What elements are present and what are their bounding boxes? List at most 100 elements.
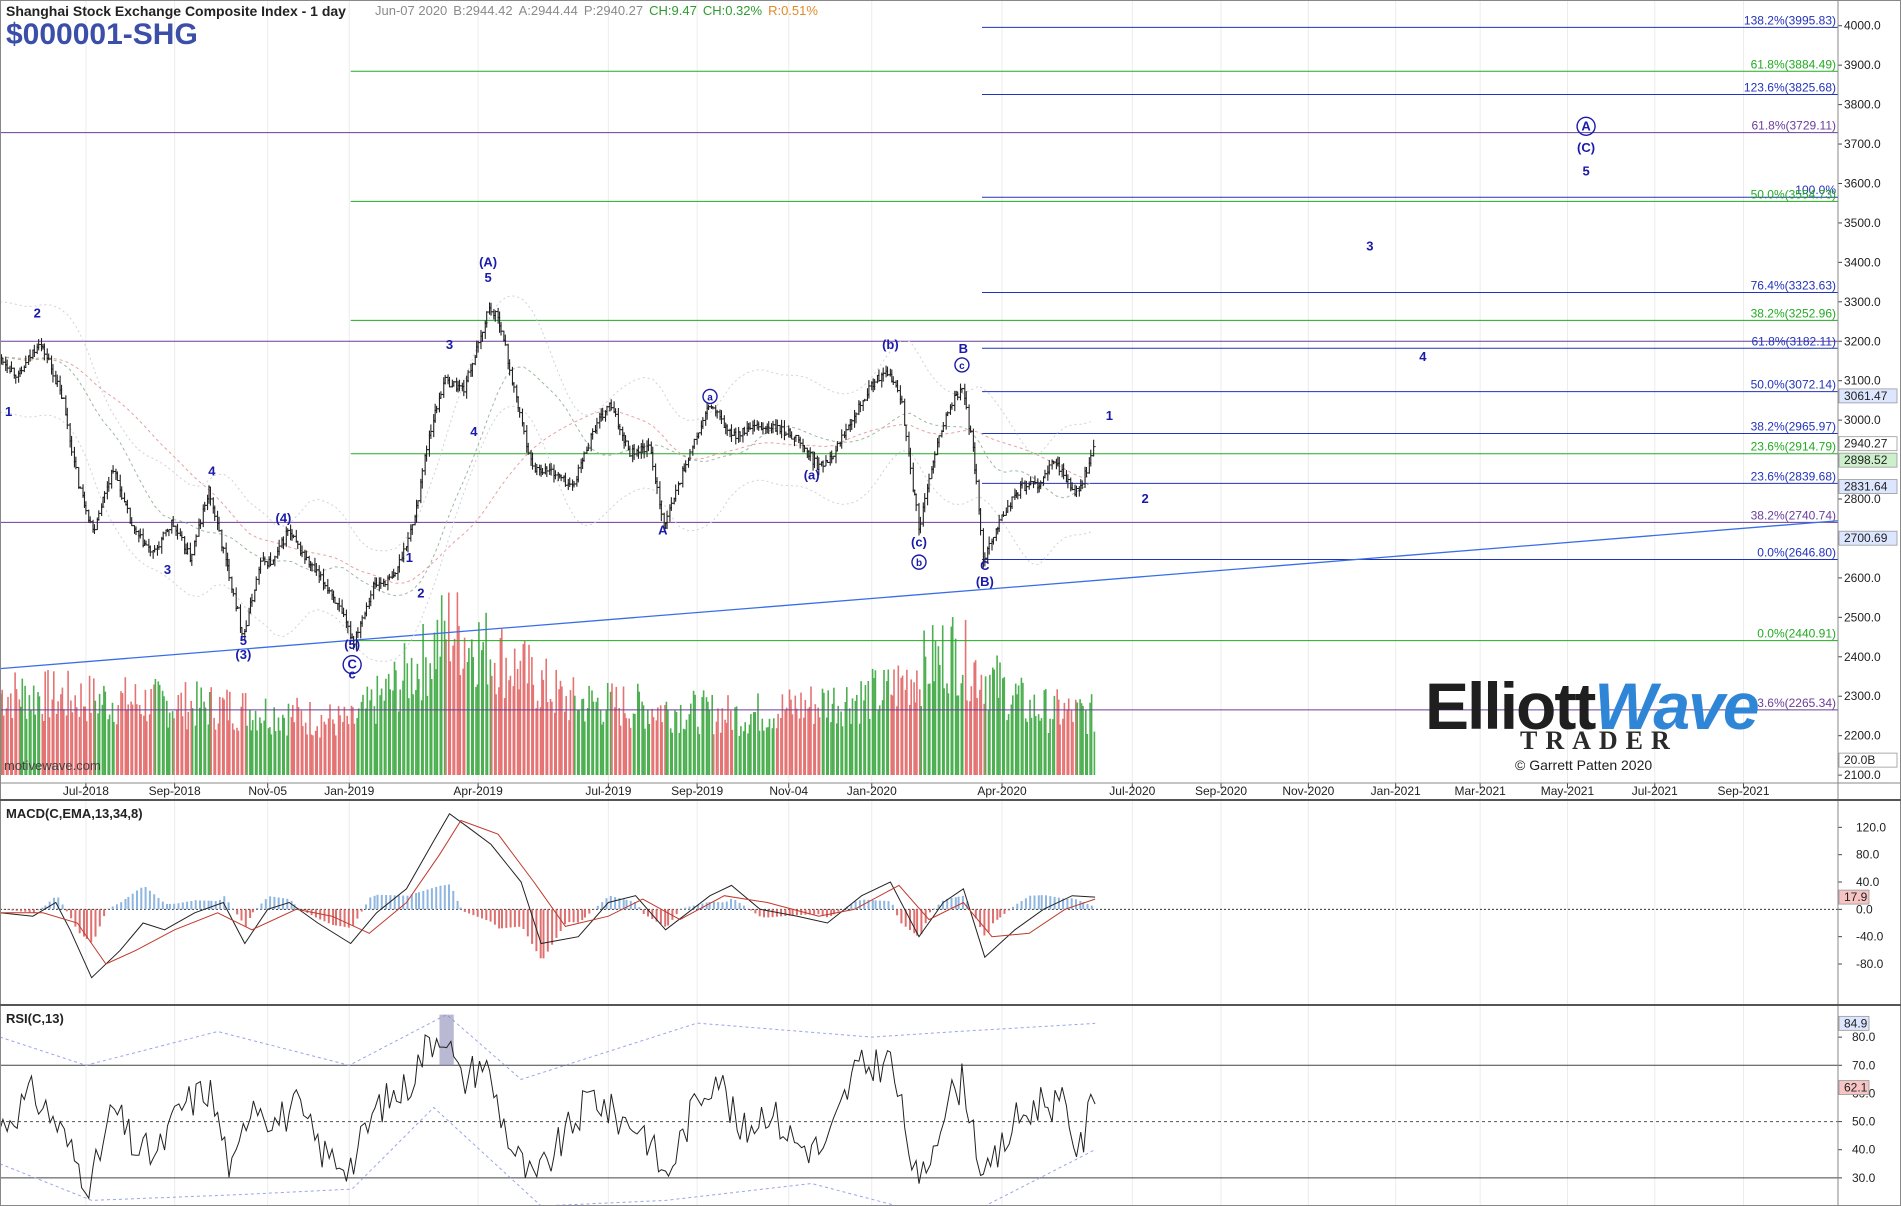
macd-histogram-bar <box>734 899 737 910</box>
volume-bar <box>468 648 470 775</box>
volume-bar <box>964 619 967 775</box>
macd-histogram-bar <box>199 900 201 910</box>
volume-bar <box>848 708 851 775</box>
volume-bar <box>754 712 756 775</box>
macd-histogram-bar <box>684 907 687 910</box>
macd-histogram-bar <box>979 909 982 927</box>
volume-bar <box>379 695 381 775</box>
volume-bar <box>249 709 251 775</box>
macd-histogram-bar <box>1024 898 1027 910</box>
volume-bar <box>768 718 771 775</box>
macd-histogram-bar <box>153 894 156 910</box>
volume-bar <box>576 710 579 775</box>
volume-bar <box>818 717 821 775</box>
volume-bar <box>717 708 719 775</box>
volume-bar <box>486 684 489 775</box>
volume-bar <box>157 681 160 775</box>
volume-bar <box>837 705 839 775</box>
macd-histogram-bar <box>638 907 641 910</box>
volume-bar <box>130 701 132 775</box>
volume-bar <box>422 624 424 775</box>
volume-bar <box>327 718 330 775</box>
volume-bar <box>335 735 337 775</box>
volume-bar <box>555 669 557 775</box>
macd-histogram-bar <box>878 900 881 910</box>
volume-bar <box>200 687 202 775</box>
volume-bar <box>260 723 263 775</box>
volume-bar <box>406 663 409 775</box>
volume-bar <box>1040 718 1043 775</box>
macd-histogram-bar <box>688 906 691 910</box>
volume-bar <box>652 717 655 775</box>
volume-bar <box>1093 731 1096 775</box>
volume-bar <box>637 683 639 775</box>
macd-histogram-bar <box>166 904 168 910</box>
volume-bar <box>512 686 515 775</box>
volume-bar <box>443 620 446 775</box>
volume-bar <box>190 700 192 775</box>
macd-histogram-bar <box>1007 909 1010 911</box>
volume-bar <box>684 729 686 775</box>
wave-label: (B) <box>976 574 994 589</box>
macd-histogram-bar <box>813 909 816 915</box>
volume-bar <box>996 655 998 775</box>
volume-bar <box>992 667 994 775</box>
volume-bar <box>931 625 934 775</box>
volume-bar <box>628 718 630 775</box>
price-tick-label: 3400.0 <box>1844 255 1881 269</box>
macd-histogram-bar <box>468 909 471 914</box>
volume-bar <box>606 683 609 775</box>
price-tick-label: 2400.0 <box>1844 650 1881 664</box>
volume-bar <box>546 702 549 775</box>
volume-bar <box>274 731 277 775</box>
macd-histogram-bar <box>343 909 346 927</box>
macd-histogram-bar <box>1012 906 1014 910</box>
rsi-tick-label: 80.0 <box>1852 1030 1876 1044</box>
volume-bar <box>296 697 298 775</box>
volume-bar <box>924 656 927 775</box>
volume-bar <box>1029 699 1031 775</box>
volume-bar <box>472 657 474 775</box>
volume-bar <box>269 727 271 775</box>
volume-bar <box>864 685 867 775</box>
volume-bar <box>176 709 178 775</box>
macd-histogram-bar <box>85 909 88 939</box>
volume-bar <box>831 703 834 775</box>
macd-histogram-bar <box>1086 903 1089 910</box>
volume-bar <box>250 730 253 775</box>
volume-bar <box>304 722 307 775</box>
macd-histogram-bar <box>987 909 990 933</box>
macd-histogram-bar <box>871 900 874 910</box>
volume-bar <box>873 678 875 775</box>
volume-bar <box>1 689 3 775</box>
macd-histogram-bar <box>572 909 575 923</box>
fib-label: 38.2%(3252.96) <box>1751 306 1836 320</box>
macd-histogram-bar <box>721 902 724 910</box>
macd-histogram-bar <box>476 909 479 917</box>
macd-histogram-bar <box>747 908 750 910</box>
volume-bar <box>213 717 215 775</box>
volume-bar <box>163 696 165 775</box>
chart-canvas[interactable]: 138.2%(3995.83) 61.8%(3884.49) 123.6%(3825… <box>0 0 1901 1206</box>
volume-bar <box>767 727 769 775</box>
fib-label: 61.8%(3182.11) <box>1751 334 1836 348</box>
macd-histogram-bar <box>996 909 999 920</box>
volume-bar <box>632 713 635 775</box>
wave-label: (5) <box>344 637 360 652</box>
macd-histogram-bar <box>422 890 425 910</box>
quote-line: Jun-07 2020 B:2944.42 A:2944.44 P:2940.27 CH… <box>375 3 824 18</box>
volume-bar <box>678 732 681 775</box>
macd-histogram-bar <box>584 909 586 918</box>
volume-bar <box>841 726 844 775</box>
macd-histogram-bar <box>286 898 289 910</box>
macd-histogram-bar <box>738 902 741 910</box>
volume-bar <box>476 684 479 775</box>
macd-histogram-bar <box>352 909 355 926</box>
volume-bar <box>392 690 394 775</box>
volume-bar <box>840 711 842 775</box>
macd-histogram-bar <box>148 890 151 910</box>
volume-bar <box>1049 718 1051 775</box>
volume-bar <box>439 656 442 775</box>
volume-bar <box>458 626 460 775</box>
price-badge-label: 2940.27 <box>1844 437 1888 451</box>
